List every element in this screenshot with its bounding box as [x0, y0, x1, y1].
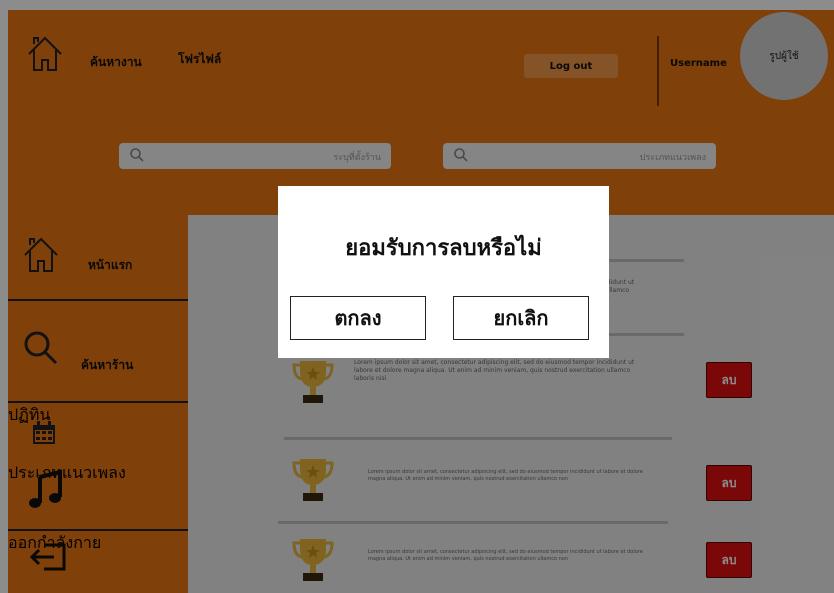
cancel-button[interactable]: ยกเลิก	[453, 296, 589, 340]
confirm-delete-dialog: ยอมรับการลบหรือไม่ ตกลง ยกเลิก	[278, 186, 609, 358]
dialog-title: ยอมรับการลบหรือไม่	[345, 236, 542, 261]
confirm-button[interactable]: ตกลง	[290, 296, 426, 340]
